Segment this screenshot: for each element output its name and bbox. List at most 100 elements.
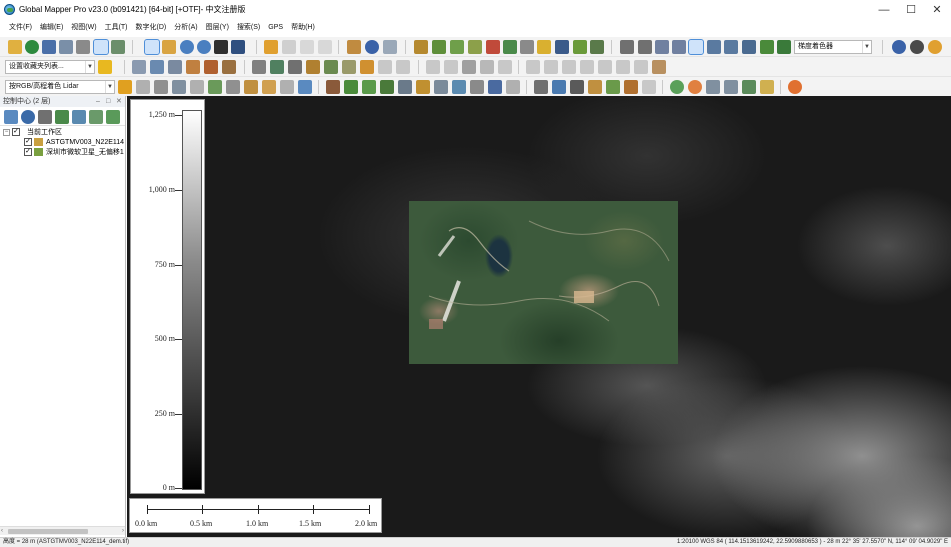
layer-tool-7-icon[interactable]: [106, 110, 120, 124]
control-center-icon[interactable]: [93, 39, 109, 55]
tool-2-icon[interactable]: [552, 80, 566, 94]
layer-tool-4-icon[interactable]: [55, 110, 69, 124]
lidar-color-select[interactable]: 按RGB/高程着色 Lidar ▼: [5, 80, 115, 94]
scroll-left-icon[interactable]: ‹: [1, 527, 3, 536]
pencil-icon[interactable]: [264, 40, 278, 54]
water-level-icon[interactable]: [777, 40, 791, 54]
feature-6-icon[interactable]: [396, 60, 410, 74]
edit-disabled-icon[interactable]: [282, 40, 296, 54]
zoom-in-icon[interactable]: [180, 40, 194, 54]
shader-select[interactable]: 梯度着色器 ▼: [794, 40, 872, 54]
terrain-11-icon[interactable]: [590, 40, 604, 54]
layer-item[interactable]: ✓ ASTGTMV003_N22E114: [24, 137, 124, 147]
lidar-5-icon[interactable]: [208, 80, 222, 94]
lidar-9-icon[interactable]: [280, 80, 294, 94]
tool-7-icon[interactable]: [642, 80, 656, 94]
lidar-4-icon[interactable]: [190, 80, 204, 94]
menu-view[interactable]: 视图(W): [71, 22, 96, 32]
digitize-2-icon[interactable]: [150, 60, 164, 74]
lidar-3-icon[interactable]: [172, 80, 186, 94]
lidar-2-icon[interactable]: [154, 80, 168, 94]
workspace-checkbox[interactable]: ✓: [12, 128, 20, 136]
fly-3-icon[interactable]: [742, 80, 756, 94]
edit-4-icon[interactable]: [580, 60, 594, 74]
save-icon[interactable]: [42, 40, 56, 54]
vertex-1-icon[interactable]: [426, 60, 440, 74]
edit-6-icon[interactable]: [616, 60, 630, 74]
class-3-icon[interactable]: [362, 80, 376, 94]
digitize-4-icon[interactable]: [186, 60, 200, 74]
back-arrow-icon[interactable]: [214, 40, 228, 54]
light-direction-icon[interactable]: [760, 40, 774, 54]
terrain-5-icon[interactable]: [486, 40, 500, 54]
class-9-icon[interactable]: [470, 80, 484, 94]
vertex-4-icon[interactable]: [480, 60, 494, 74]
view-3-icon[interactable]: [655, 40, 669, 54]
globe-download-icon[interactable]: [25, 40, 39, 54]
layer-checkbox[interactable]: ✓: [24, 138, 32, 146]
terrain-10-icon[interactable]: [573, 40, 587, 54]
lidar-8-icon[interactable]: [262, 80, 276, 94]
satellite-imagery-layer[interactable]: [409, 201, 678, 364]
edit-2-icon[interactable]: [544, 60, 558, 74]
menu-tools[interactable]: 工具(T): [105, 22, 128, 32]
tool-6-icon[interactable]: [624, 80, 638, 94]
digitize-5-icon[interactable]: [204, 60, 218, 74]
scroll-right-icon[interactable]: ›: [122, 527, 124, 536]
view-1-icon[interactable]: [620, 40, 634, 54]
fly-4-icon[interactable]: [760, 80, 774, 94]
menu-analysis[interactable]: 分析(A): [174, 22, 197, 32]
class-10-icon[interactable]: [488, 80, 502, 94]
terrain-9-icon[interactable]: [555, 40, 569, 54]
zoom-tool-icon[interactable]: [144, 39, 160, 55]
terrain-6-icon[interactable]: [503, 40, 517, 54]
grid-tool-icon[interactable]: [288, 60, 302, 74]
edit-1-icon[interactable]: [526, 60, 540, 74]
panel-restore-icon[interactable]: □: [106, 96, 110, 107]
lidar-6-icon[interactable]: [226, 80, 240, 94]
layer-checkbox[interactable]: ✓: [24, 148, 32, 156]
layer-tool-6-icon[interactable]: [89, 110, 103, 124]
feature-5-icon[interactable]: [378, 60, 392, 74]
delete-disabled-icon[interactable]: [300, 40, 314, 54]
feature-4-icon[interactable]: [360, 60, 374, 74]
digitize-3-icon[interactable]: [168, 60, 182, 74]
star-favorite-icon[interactable]: [98, 60, 112, 74]
edit-8-icon[interactable]: [652, 60, 666, 74]
color-palette-icon[interactable]: [788, 80, 802, 94]
overview-icon[interactable]: [111, 40, 125, 54]
vertical-exaggeration-icon[interactable]: [742, 40, 756, 54]
zoom-out-icon[interactable]: [197, 40, 211, 54]
class-2-icon[interactable]: [344, 80, 358, 94]
menu-layer[interactable]: 图层(Y): [206, 22, 229, 32]
layer-item[interactable]: ✓ 深圳市微软卫星_无偏移1: [24, 147, 124, 157]
brightness-icon[interactable]: [724, 40, 738, 54]
digitize-6-icon[interactable]: [222, 60, 236, 74]
open-folder-icon[interactable]: [8, 40, 22, 54]
map-view[interactable]: 1,250 m 1,000 m 750 m 500 m 250 m 0 m 0.…: [127, 96, 951, 537]
tool-1-icon[interactable]: [534, 80, 548, 94]
measure-angle-icon[interactable]: [252, 60, 266, 74]
wrench-icon[interactable]: [76, 40, 90, 54]
info-icon[interactable]: [365, 40, 379, 54]
feature-3-icon[interactable]: [342, 60, 356, 74]
gear-icon[interactable]: [910, 40, 924, 54]
layer-tool-5-icon[interactable]: [72, 110, 86, 124]
scrollbar-thumb[interactable]: [8, 529, 88, 534]
shader-toggle-icon[interactable]: [688, 39, 704, 55]
online-data-icon[interactable]: [928, 40, 942, 54]
menu-help[interactable]: 帮助(H): [291, 22, 315, 32]
favorites-select[interactable]: 设置收藏夹列表... ▼: [5, 60, 95, 74]
terrain-7-icon[interactable]: [520, 40, 534, 54]
print-icon[interactable]: [59, 40, 73, 54]
play-icon[interactable]: [670, 80, 684, 94]
terrain-4-icon[interactable]: [468, 40, 482, 54]
panel-minimize-icon[interactable]: –: [96, 96, 100, 107]
layer-tool-2-icon[interactable]: [21, 110, 35, 124]
feature-2-icon[interactable]: [324, 60, 338, 74]
vertex-5-icon[interactable]: [498, 60, 512, 74]
menu-edit[interactable]: 编辑(E): [40, 22, 63, 32]
measure-ruler-icon[interactable]: [347, 40, 361, 54]
tool-5-icon[interactable]: [606, 80, 620, 94]
class-8-icon[interactable]: [452, 80, 466, 94]
